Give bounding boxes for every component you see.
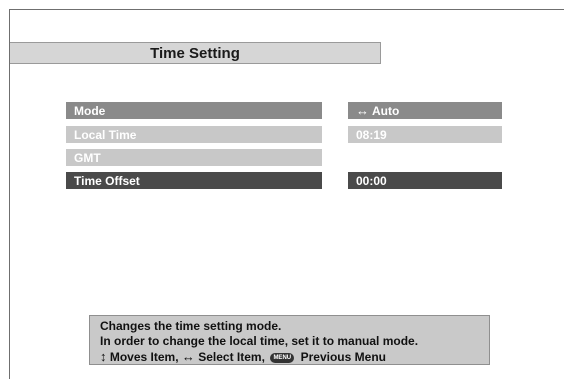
menu-item-mode[interactable]: Mode [66, 102, 322, 119]
time-offset-value[interactable]: 00:00 [348, 172, 502, 189]
menu-item-time-offset[interactable]: Time Offset [66, 172, 322, 189]
help-instruction: In order to change the local time, set i… [100, 334, 419, 348]
time-offset-text: 00:00 [356, 173, 387, 188]
screen-frame-left [9, 9, 10, 379]
menu-button-icon: MENU [270, 352, 295, 363]
menu-item-label: GMT [74, 150, 101, 165]
menu-item-gmt[interactable]: GMT [66, 149, 322, 166]
menu-item-label: Local Time [74, 127, 137, 142]
help-panel: Changes the time setting mode. In order … [89, 315, 490, 365]
help-description: Changes the time setting mode. [100, 319, 282, 333]
menu-item-label: Time Offset [74, 173, 140, 188]
local-time-value[interactable]: 08:19 [348, 126, 502, 143]
help-keys: ↕ Moves Item, ↔ Select Item, MENU Previo… [100, 349, 489, 365]
menu-item-label: Mode [74, 103, 106, 118]
mode-value-selector[interactable]: ↔ Auto [348, 102, 502, 119]
left-right-arrow-icon: ↔ [356, 103, 369, 118]
previous-menu-text: Previous Menu [300, 350, 386, 364]
up-down-arrow-icon: ↕ [100, 349, 107, 364]
page-title: Time Setting [10, 42, 381, 64]
left-right-arrow-icon: ↔ [181, 349, 195, 364]
moves-item-text: Moves Item, [109, 350, 179, 364]
local-time-text: 08:19 [356, 127, 387, 142]
mode-value: Auto [372, 103, 400, 118]
screen-frame-top [9, 9, 564, 10]
menu-item-local-time[interactable]: Local Time [66, 126, 322, 143]
select-item-text: Select Item, [198, 350, 265, 364]
